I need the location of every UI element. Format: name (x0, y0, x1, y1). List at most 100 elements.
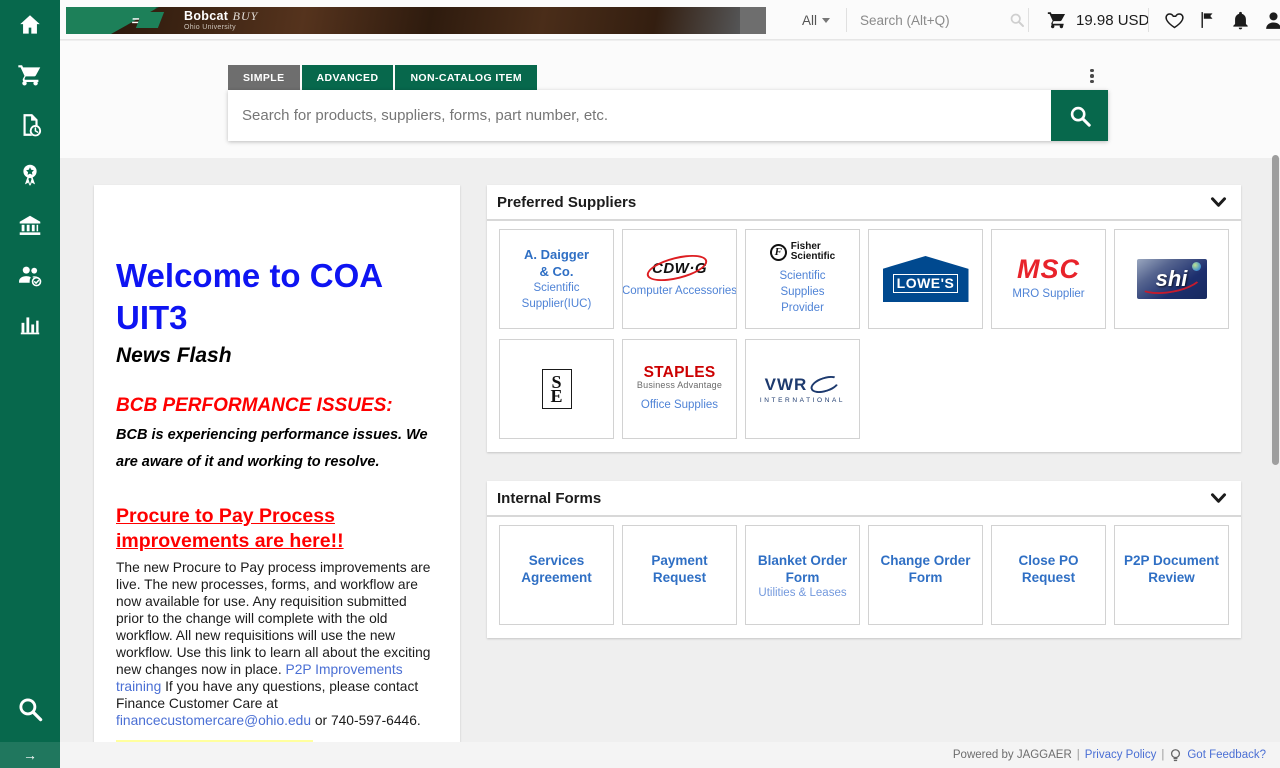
form-card-p2p-document-review[interactable]: P2P Document Review (1114, 525, 1229, 625)
supplier-grid: A. Daigger & Co. Scientific Supplier(IUC) CD… (487, 221, 1241, 447)
page-title: Welcome to COA UIT3 (116, 257, 384, 336)
flag-icon (1201, 12, 1213, 28)
cart-icon (1047, 12, 1066, 29)
supplier-card-msc[interactable]: MSC MRO Supplier (991, 229, 1106, 329)
main-search-input[interactable] (228, 90, 1051, 141)
contracts-ribbon-icon (23, 164, 37, 186)
user-menu-button[interactable] (1261, 7, 1280, 33)
supplier-card-shi[interactable]: shi (1114, 229, 1229, 329)
divider (1028, 8, 1029, 32)
user-icon (1265, 11, 1280, 29)
cdwg-swoosh (644, 249, 710, 286)
chevron-down-icon (822, 17, 831, 23)
form-name: Blanket Order Form (757, 553, 848, 585)
supplier-subtitle: Scientific (533, 282, 580, 294)
sidebar-item-reporting[interactable] (0, 300, 60, 350)
p2p-body-text: The new Procure to Pay process improveme… (116, 560, 431, 728)
form-card-payment-request[interactable]: Payment Request (622, 525, 737, 625)
vwr-swoosh (808, 372, 842, 397)
form-card-close-po-request[interactable]: Close PO Request (991, 525, 1106, 625)
chevron-down-icon (1210, 196, 1227, 207)
main-nav-sidebar: → (0, 0, 60, 768)
expand-arrow-icon: → (23, 747, 37, 763)
collapse-forms-button[interactable] (1210, 492, 1227, 505)
supplier-subtitle: Scientific (779, 270, 826, 282)
p2p-improvements-link-heading[interactable]: Procure to Pay Process improvements are … (116, 504, 438, 554)
supplier-subtitle: Provider (781, 302, 824, 314)
search-submit-button[interactable] (1051, 90, 1108, 141)
globe-icon (1191, 262, 1201, 271)
forms-grid: Services Agreement Payment Request Blanket… (487, 517, 1241, 633)
sidebar-expand-button[interactable]: → (0, 742, 60, 768)
vertical-scrollbar-thumb[interactable] (1272, 155, 1279, 465)
form-name: P2P Document Review (1123, 553, 1220, 585)
sidebar-item-suppliers[interactable] (0, 250, 60, 300)
sidebar-item-home[interactable] (0, 0, 60, 50)
search-scope-dropdown[interactable]: All (802, 0, 831, 40)
sidebar-item-orders[interactable] (0, 100, 60, 150)
msc-logo: MSC (1017, 254, 1080, 284)
supplier-subtitle: Supplies (780, 286, 825, 298)
bcb-alert-body: BCB is experiencing performance issues. … (116, 427, 428, 470)
banner-gray-block (740, 7, 766, 34)
vwr-logo: VWR (765, 372, 842, 397)
cart-summary[interactable]: 19.98 USD (1046, 0, 1149, 40)
supplier-card-vwr[interactable]: VWR INTERNATIONAL (745, 339, 860, 439)
search-options-kebab-menu[interactable] (1080, 63, 1104, 89)
got-feedback-link[interactable]: Got Feedback? (1187, 749, 1266, 761)
form-subtitle: Utilities & Leases (758, 587, 847, 599)
fisher-scientific-logo: F Fisher Scientific (769, 242, 835, 262)
notifications-button[interactable] (1228, 7, 1252, 33)
se-monogram-logo: SE (541, 369, 572, 409)
finance-email-link[interactable]: financecustomercare@ohio.edu (116, 713, 311, 728)
staples-logo: STAPLES (643, 364, 716, 381)
tab-non-catalog-item[interactable]: NON-CATALOG ITEM (395, 65, 538, 90)
supplier-card-lowes[interactable]: LOWE'S (868, 229, 983, 329)
lightbulb-icon (1171, 748, 1181, 761)
supplier-subtitle: Supplier(IUC) (521, 298, 592, 310)
favorites-button[interactable] (1162, 7, 1186, 33)
search-icon (1070, 106, 1091, 127)
suppliers-people-icon (19, 266, 42, 287)
shi-logo: shi (1134, 259, 1207, 299)
sidebar-item-search[interactable] (0, 684, 60, 734)
supplier-card-fisher[interactable]: F Fisher Scientific Scientific Supplies Provi… (745, 229, 860, 329)
orders-document-clock-icon (23, 114, 42, 137)
favorites-heart-icon (1164, 12, 1184, 28)
accounts-payable-bank-icon (19, 215, 41, 235)
form-name: Services Agreement (521, 553, 592, 585)
divider (846, 8, 847, 32)
form-card-services-agreement[interactable]: Services Agreement (499, 525, 614, 625)
sidebar-item-shop[interactable] (0, 50, 60, 100)
form-card-change-order-form[interactable]: Change Order Form (868, 525, 983, 625)
preferred-suppliers-title: Preferred Suppliers (497, 193, 637, 211)
flags-button[interactable] (1195, 7, 1219, 33)
form-card-blanket-order-form[interactable]: Blanket Order Form Utilities & Leases (745, 525, 860, 625)
tab-advanced[interactable]: ADVANCED (301, 65, 394, 90)
bobcatbuy-banner[interactable]: = b b Bobcat BUY Ohio University (66, 7, 766, 34)
search-tabs: SIMPLE ADVANCED NON-CATALOG ITEM (228, 65, 539, 90)
news-flash-heading: News Flash (116, 344, 232, 367)
supplier-name: & Co. (539, 264, 574, 279)
shop-cart-icon (18, 65, 41, 86)
chevron-down-icon (1210, 492, 1227, 503)
supplier-subtitle: Office Supplies (640, 399, 719, 411)
vwr-tagline: INTERNATIONAL (759, 396, 846, 404)
supplier-card-staples[interactable]: STAPLES Business Advantage Office Supplies (622, 339, 737, 439)
supplier-card-se[interactable]: SE (499, 339, 614, 439)
collapse-suppliers-button[interactable] (1210, 196, 1227, 209)
supplier-card-text[interactable]: A. Daigger & Co. Scientific Supplier(IUC) (499, 229, 614, 329)
supplier-card-cdwg[interactable]: CDW·G Computer Accessories (622, 229, 737, 329)
tab-simple[interactable]: SIMPLE (228, 65, 300, 90)
sidebar-item-contracts[interactable] (0, 150, 60, 200)
cdwg-logo: CDW·G (644, 249, 710, 286)
welcome-news-panel: Welcome to COA UIT3 News Flash BCB PERFOR… (94, 185, 460, 742)
quick-search-icon[interactable] (1008, 11, 1026, 34)
privacy-policy-link[interactable]: Privacy Policy (1085, 749, 1157, 761)
top-bar: = b b Bobcat BUY Ohio University All 19.… (60, 0, 1280, 40)
main-search-box (228, 90, 1108, 141)
supplier-subtitle: Computer Accessories (622, 284, 737, 297)
top-action-icons (1162, 0, 1280, 40)
sidebar-item-accounts-payable[interactable] (0, 200, 60, 250)
bobcatbuy-wordmark: Bobcat BUY Ohio University (184, 9, 259, 31)
